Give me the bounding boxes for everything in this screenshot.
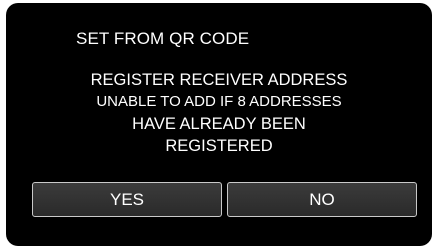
message-line: HAVE ALREADY BEEN (132, 115, 306, 133)
no-button-label: NO (309, 189, 335, 209)
dialog-message: REGISTER RECEIVER ADDRESS UNABLE TO ADD … (6, 69, 432, 157)
yes-button-label: YES (109, 189, 145, 209)
yes-button[interactable]: YES (32, 182, 222, 217)
dialog-title: SET FROM QR CODE (76, 29, 250, 48)
message-line: UNABLE TO ADD IF 8 ADDRESSES (96, 93, 342, 110)
no-button[interactable]: NO (227, 182, 417, 217)
camera-lcd-screen: SET FROM QR CODE REGISTER RECEIVER ADDRE… (6, 3, 432, 246)
message-line: REGISTER RECEIVER ADDRESS (90, 71, 348, 89)
message-line: REGISTERED (165, 137, 273, 155)
